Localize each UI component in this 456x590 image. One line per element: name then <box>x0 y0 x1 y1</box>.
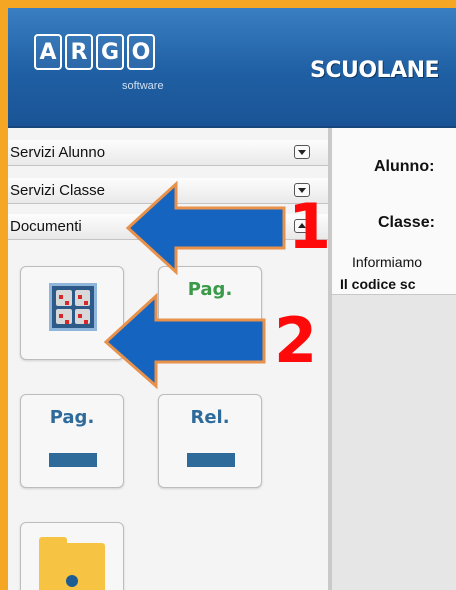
logo-letter: O <box>127 34 155 70</box>
tile-documenti-riservati[interactable] <box>20 522 124 590</box>
menu-servizi-alunno[interactable]: Servizi Alunno <box>8 140 328 166</box>
info-text: Informiamo <box>352 254 423 270</box>
folder-lock-icon <box>39 537 105 590</box>
tile-caption: Pag. <box>187 279 233 300</box>
menu-label: Servizi Alunno <box>10 144 106 161</box>
classe-label: Classe: <box>378 214 435 231</box>
tile-bacheca[interactable] <box>20 266 124 360</box>
tile-caption: Pag. <box>49 407 95 428</box>
menu-documenti[interactable]: Documenti <box>8 214 328 240</box>
logo-letter: G <box>96 34 124 70</box>
tile-caption: Rel. <box>190 407 230 428</box>
logo-subtitle: software <box>122 80 164 92</box>
annotation-step-2: 2 <box>274 304 318 377</box>
codice-text: Il codice sc <box>340 276 416 292</box>
tile-pagella-1[interactable]: Pag. <box>158 266 262 360</box>
alunno-label: Alunno: <box>374 158 435 175</box>
argo-logo: A R G O <box>34 34 155 70</box>
expand-toggle-icon[interactable] <box>294 145 310 159</box>
pagella-icon <box>187 325 235 339</box>
student-info-panel: Alunno: Classe: Informiamo Il codice sc <box>332 128 456 295</box>
app-header: A R G O software SCUOLANE <box>8 8 456 128</box>
tile-relazione[interactable]: Rel. <box>158 394 262 488</box>
logo-letter: R <box>65 34 93 70</box>
logo-letter: A <box>34 34 62 70</box>
pagella-icon <box>49 453 97 467</box>
tile-pagella-2[interactable]: Pag. <box>20 394 124 488</box>
menu-label: Servizi Classe <box>10 182 106 199</box>
menu-servizi-classe[interactable]: Servizi Classe <box>8 178 328 204</box>
main-content: Alunno: Classe: Informiamo Il codice sc <box>332 128 456 590</box>
app-window: A R G O software SCUOLANE Servizi Alunno… <box>8 8 456 590</box>
bulletin-board-icon <box>49 283 97 331</box>
menu-label: Documenti <box>10 218 82 235</box>
relazione-icon <box>187 453 235 467</box>
app-title: SCUOLANE <box>310 58 440 83</box>
annotation-step-1: 1 <box>288 190 332 263</box>
